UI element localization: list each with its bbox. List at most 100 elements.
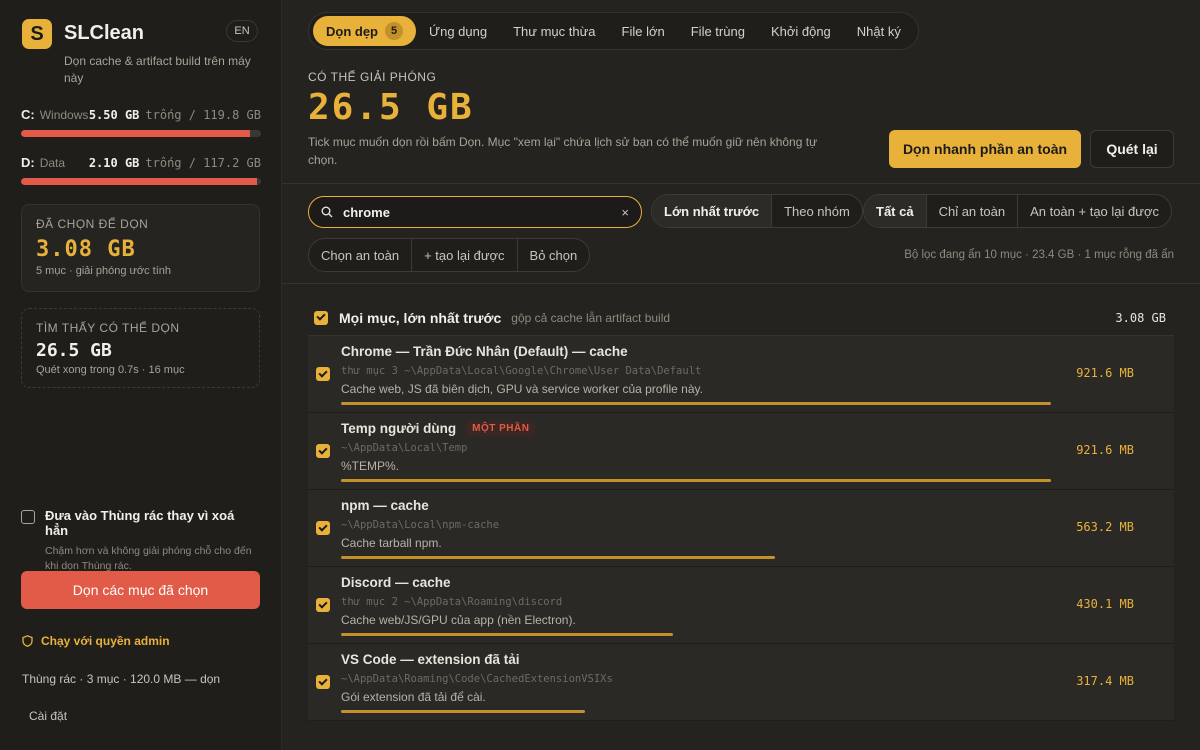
item-checkbox[interactable]	[316, 367, 330, 381]
trash-option[interactable]: Đưa vào Thùng rác thay vì xoá hẳn Chậm h…	[21, 508, 261, 574]
trash-option-title: Đưa vào Thùng rác thay vì xoá hẳn	[45, 508, 235, 538]
tab-label: Dọn dẹp	[326, 23, 378, 39]
drive-total-space: trống / 119.8 GB	[145, 108, 261, 122]
filter-safe-regenerable[interactable]: An toàn + tạo lại được	[1017, 195, 1171, 227]
tab-large-files[interactable]: File lớn	[609, 16, 678, 46]
selection-toggle: Chọn an toàn + tạo lại được Bỏ chọn	[308, 238, 591, 272]
list-header: Mọi mục, lớn nhất trước gộp cả cache lẫn…	[308, 300, 1174, 336]
item-size: 921.6 MB	[1076, 366, 1134, 380]
item-checkbox[interactable]	[316, 675, 330, 689]
item-title: VS Code — extension đã tải	[341, 652, 520, 667]
item-description: Cache web/JS/GPU của app (nền Electron).	[341, 613, 576, 627]
found-label: TÌM THẤY CÓ THỂ DỌN	[36, 321, 180, 335]
filter-safe-only[interactable]: Chỉ an toàn	[925, 195, 1018, 227]
selected-value: 3.08 GB	[36, 237, 136, 262]
tab-leftover-folders[interactable]: Thư mục thừa	[500, 16, 608, 46]
drive-free-space: 5.50 GB	[88, 108, 140, 122]
tab-apps[interactable]: Ứng dụng	[416, 16, 500, 46]
item-path: ~\AppData\Roaming\Code\CachedExtensionVS…	[341, 673, 613, 685]
list-header-title: Mọi mục, lớn nhất trước	[339, 309, 502, 326]
run-as-admin-link[interactable]: Chạy với quyền admin	[22, 634, 170, 648]
hero-description: Tick mục muốn dọn rồi bấm Dọn. Mục "xem …	[308, 135, 818, 167]
item-size-bar	[341, 710, 585, 713]
trash-checkbox[interactable]	[21, 510, 35, 524]
found-sub: Quét xong trong 0.7s · 16 mục	[36, 364, 185, 376]
item-size-bar	[341, 479, 1051, 482]
filter-all[interactable]: Tất cả	[864, 195, 926, 227]
drive-c: C: Windows 5.50 GB trống / 119.8 GB	[21, 107, 261, 137]
selected-label: ĐÃ CHỌN ĐỂ DỌN	[36, 217, 149, 231]
list-header-sub: gộp cả cache lẫn artifact build	[511, 310, 671, 325]
run-as-admin-label: Chạy với quyền admin	[41, 634, 170, 648]
list-item[interactable]: npm — cache ~\AppData\Local\npm-cache Ca…	[308, 490, 1174, 567]
tab-startup[interactable]: Khởi động	[758, 16, 844, 46]
tab-cleanup[interactable]: Dọn dẹp 5	[313, 16, 416, 46]
item-checkbox[interactable]	[316, 598, 330, 612]
main-tabs: Dọn dẹp 5 Ứng dụng Thư mục thừa File lớn…	[308, 12, 919, 50]
item-checkbox[interactable]	[316, 444, 330, 458]
item-path: ~\AppData\Local\Temp	[341, 442, 468, 454]
selected-sub: 5 mục · giải phóng ước tính	[36, 265, 172, 277]
item-size-bar	[341, 402, 1051, 405]
hero-label: CÓ THỂ GIẢI PHÓNG	[308, 70, 437, 84]
item-size-bar	[341, 633, 673, 636]
drive-usage-fill	[21, 130, 250, 137]
drive-usage-bar	[21, 178, 261, 185]
drive-free-space: 2.10 GB	[88, 156, 140, 170]
divider	[282, 283, 1200, 284]
selected-summary-card: ĐÃ CHỌN ĐỂ DỌN 3.08 GB 5 mục · giải phón…	[21, 204, 260, 292]
item-checkbox[interactable]	[316, 521, 330, 535]
sort-toggle: Lớn nhất trước Theo nhóm	[651, 194, 863, 228]
sidebar: S SLClean EN Dọn cache & artifact build …	[0, 0, 282, 750]
hero-value: 26.5 GB	[308, 87, 474, 128]
item-size-bar	[341, 556, 775, 559]
list-item[interactable]: Discord — cache thư mục 2 ~\AppData\Roam…	[308, 567, 1174, 644]
divider	[282, 183, 1200, 184]
select-all-checkbox[interactable]	[314, 310, 328, 325]
select-regenerable-button[interactable]: + tạo lại được	[411, 239, 516, 271]
list-item[interactable]: Temp người dùng MỘT PHẦN ~\AppData\Local…	[308, 413, 1174, 490]
deselect-button[interactable]: Bỏ chọn	[516, 239, 590, 271]
app-logo: S	[22, 19, 52, 49]
item-description: Cache tarball npm.	[341, 536, 442, 550]
tab-log[interactable]: Nhật ký	[844, 16, 914, 46]
item-path: thư mục 3 ~\AppData\Local\Google\Chrome\…	[341, 365, 702, 377]
item-size: 921.6 MB	[1076, 443, 1134, 457]
drive-d: D: Data 2.10 GB trống / 117.2 GB	[21, 155, 261, 185]
item-size: 430.1 MB	[1076, 597, 1134, 611]
quick-clean-safe-button[interactable]: Dọn nhanh phần an toàn	[889, 130, 1081, 168]
item-path: ~\AppData\Local\npm-cache	[341, 519, 500, 531]
sort-largest-first[interactable]: Lớn nhất trước	[652, 195, 772, 227]
search-input[interactable]: chrome ×	[308, 196, 642, 228]
list-item[interactable]: VS Code — extension đã tải ~\AppData\Roa…	[308, 644, 1174, 721]
search-value[interactable]: chrome	[343, 205, 621, 220]
filter-toggle: Tất cả Chỉ an toàn An toàn + tạo lại đượ…	[863, 194, 1172, 228]
tab-duplicate-files[interactable]: File trùng	[678, 16, 758, 46]
list-item[interactable]: Chrome — Trần Đức Nhân (Default) — cache…	[308, 336, 1174, 413]
item-size: 317.4 MB	[1076, 674, 1134, 688]
rescan-button[interactable]: Quét lại	[1090, 130, 1174, 168]
found-value: 26.5 GB	[36, 340, 112, 361]
item-title: npm — cache	[341, 498, 429, 513]
cleanup-list: Mọi mục, lớn nhất trước gộp cả cache lẫn…	[308, 300, 1174, 721]
shield-icon	[22, 635, 33, 647]
drive-name: Windows	[39, 108, 89, 122]
language-toggle[interactable]: EN	[226, 20, 258, 42]
item-description: Cache web, JS đã biên dịch, GPU và servi…	[341, 382, 703, 396]
tab-badge: 5	[385, 22, 403, 40]
app-tagline: Dọn cache & artifact build trên máy này	[64, 54, 251, 85]
item-path: thư mục 2 ~\AppData\Roaming\discord	[341, 596, 563, 608]
settings-link[interactable]: Cài đặt	[29, 709, 67, 723]
clear-search-icon[interactable]: ×	[621, 205, 629, 220]
clean-selected-button[interactable]: Dọn các mục đã chọn	[21, 571, 260, 609]
select-safe-button[interactable]: Chọn an toàn	[309, 239, 411, 271]
app-name: SLClean	[64, 22, 145, 44]
item-title: Temp người dùng	[341, 421, 457, 436]
drive-usage-fill	[21, 178, 257, 185]
trash-status[interactable]: Thùng rác · 3 mục · 120.0 MB — dọn	[22, 672, 220, 686]
item-title: Discord — cache	[341, 575, 451, 590]
drive-letter: C:	[21, 107, 35, 122]
sort-by-group[interactable]: Theo nhóm	[771, 195, 862, 227]
item-description: Gói extension đã tải để cài.	[341, 690, 486, 704]
drive-total-space: trống / 117.2 GB	[145, 156, 261, 170]
